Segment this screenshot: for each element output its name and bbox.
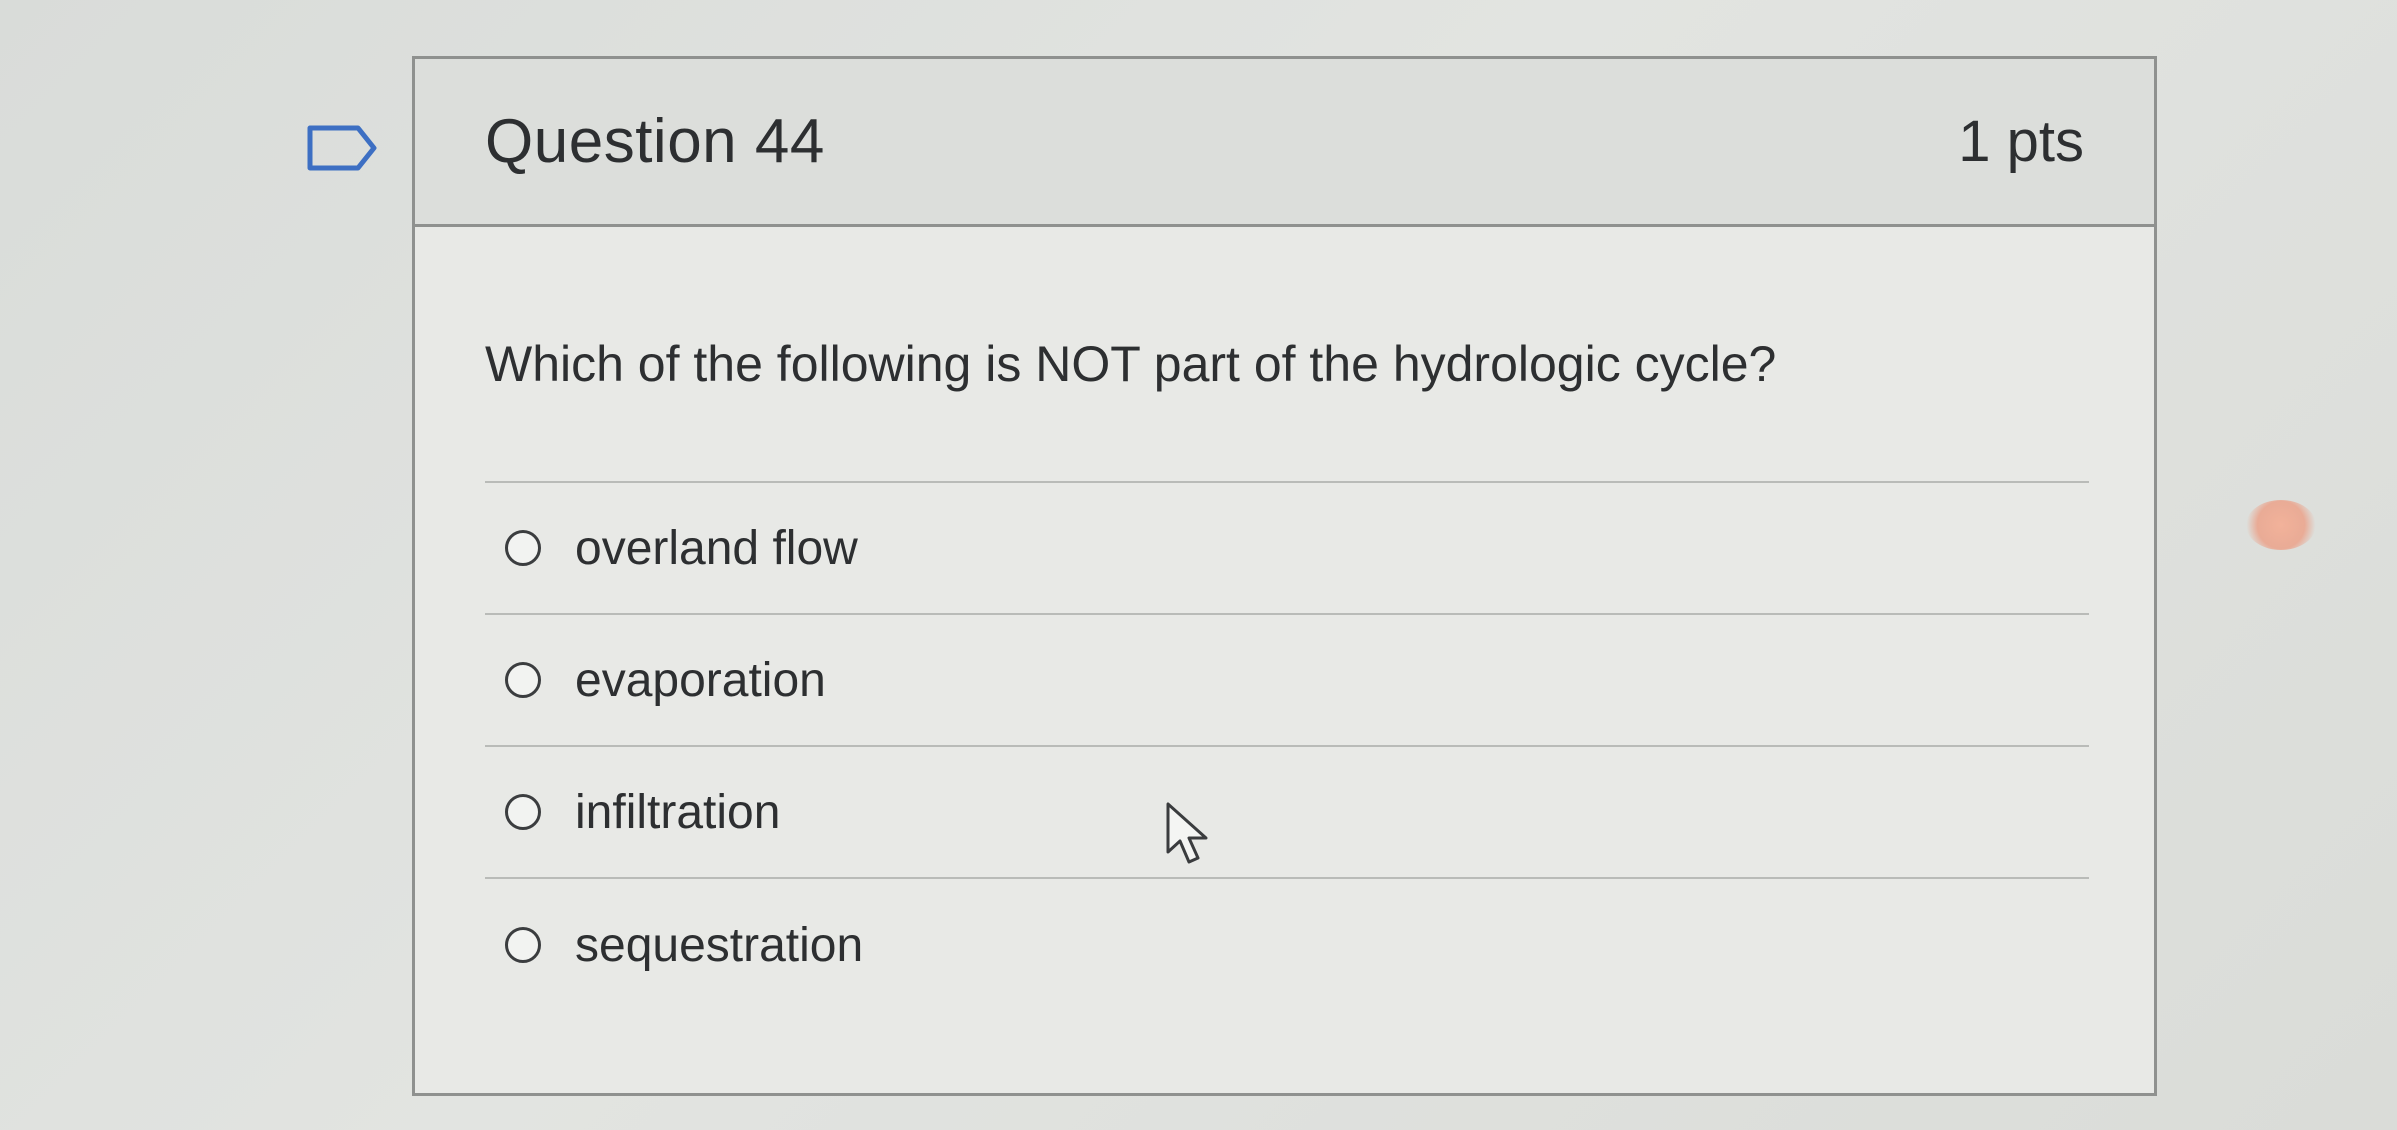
answer-label: overland flow [575, 521, 858, 575]
radio-button[interactable] [505, 927, 541, 963]
question-body: Which of the following is NOT part of th… [415, 227, 2154, 1011]
answer-option-overland-flow[interactable]: overland flow [485, 483, 2089, 615]
answer-option-sequestration[interactable]: sequestration [485, 879, 2089, 1011]
quiz-page: Question 44 1 pts Which of the following… [0, 0, 2397, 1130]
radio-button[interactable] [505, 794, 541, 830]
answer-label: infiltration [575, 785, 781, 839]
answer-option-evaporation[interactable]: evaporation [485, 615, 2089, 747]
screen-glare [2246, 500, 2316, 550]
radio-button[interactable] [505, 662, 541, 698]
question-text: Which of the following is NOT part of th… [485, 336, 1777, 392]
question-title: Question 44 [485, 107, 825, 176]
question-points: 1 pts [1958, 109, 2084, 174]
answer-label: evaporation [575, 653, 826, 707]
mouse-pointer-icon [1166, 802, 1208, 864]
question-header: Question 44 1 pts [415, 59, 2154, 227]
answer-option-infiltration[interactable]: infiltration [485, 747, 2089, 879]
answer-label: sequestration [575, 918, 864, 972]
flag-icon[interactable] [306, 124, 378, 172]
answer-list: overland flow evaporation infiltration s… [485, 481, 2089, 1011]
radio-button[interactable] [505, 530, 541, 566]
question-card: Question 44 1 pts Which of the following… [412, 56, 2157, 1096]
